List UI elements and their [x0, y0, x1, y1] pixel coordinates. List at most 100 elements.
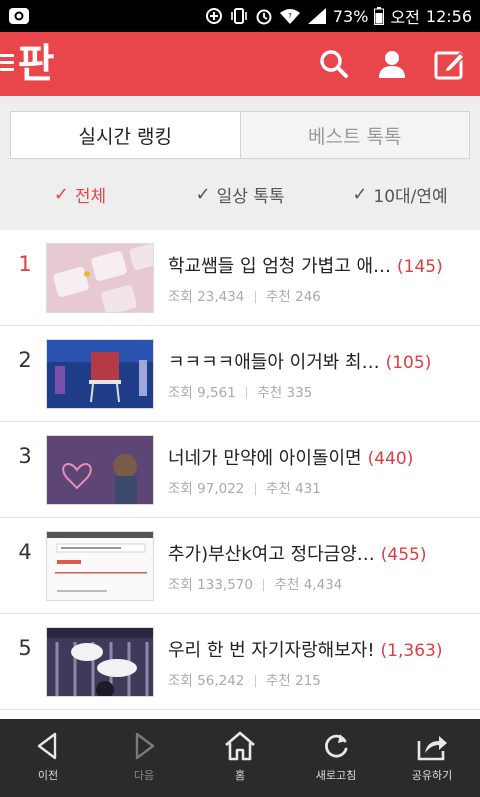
likes-count: 4,434 [303, 577, 343, 593]
back-label: 이전 [37, 769, 59, 782]
vibrate-icon [229, 7, 249, 25]
views-count: 23,434 [197, 289, 245, 305]
home-icon [225, 731, 255, 761]
views-count: 97,022 [197, 481, 245, 497]
post-title-line: 추가)부산k여고 정다금양… (455) [168, 540, 427, 566]
forward-icon [135, 732, 155, 760]
tab-realtime-ranking[interactable]: 실시간 랭킹 [11, 112, 241, 158]
rank-number: 3 [18, 444, 32, 468]
likes-count: 246 [295, 289, 321, 305]
post-title: ㅋㅋㅋㅋ애들아 이거봐 최… [168, 352, 380, 373]
rank-number: 1 [18, 252, 32, 276]
clock-ampm: 오전 [390, 8, 420, 27]
post-stats: 조회 23,434 추천 246 [168, 285, 321, 305]
data-saver-icon [205, 7, 223, 25]
logo-text: 판 [17, 41, 55, 87]
check-icon: ✓ [195, 183, 211, 205]
views-label: 조회 [168, 577, 193, 593]
refresh-label: 새로고침 [315, 769, 357, 782]
list-item[interactable]: 2 ㅋㅋㅋㅋ애들아 이거봐 최… (105) 조회 9,561 추천 335 [0, 326, 480, 422]
app-notification-icon [8, 7, 30, 25]
post-thumbnail [46, 435, 154, 505]
post-stats: 조회 56,242 추천 215 [168, 669, 321, 689]
category-filters: ✓ 전체 ✓ 일상 톡톡 ✓ 10대/연예 [0, 176, 480, 212]
filter-label: 전체 [74, 186, 107, 207]
app-logo[interactable]: 판 [12, 40, 60, 88]
views-count: 56,242 [197, 673, 245, 689]
list-item[interactable]: 3 너네가 만약에 아이돌이면 (440) 조회 97,022 추천 431 [0, 422, 480, 518]
views-label: 조회 [168, 673, 193, 689]
refresh-button[interactable]: 새로고침 [288, 719, 384, 797]
comment-count: (1,363) [380, 641, 443, 661]
forward-label: 다음 [133, 769, 155, 782]
wifi-icon: ? [279, 7, 301, 25]
post-thumbnail [46, 339, 154, 409]
share-icon [417, 736, 447, 761]
divider [254, 483, 256, 495]
divider [254, 675, 256, 687]
svg-text:?: ? [288, 12, 292, 20]
rank-number: 4 [18, 540, 32, 564]
views-count: 133,570 [197, 577, 253, 593]
forward-button[interactable]: 다음 [96, 719, 192, 797]
filter-teens-entertainment[interactable]: ✓ 10대/연예 [320, 176, 480, 212]
likes-count: 215 [295, 673, 321, 689]
back-button[interactable]: 이전 [0, 719, 96, 797]
check-icon: ✓ [352, 183, 368, 205]
home-label: 홈 [234, 769, 246, 782]
post-title-line: 우리 한 번 자기자랑해보자! (1,363) [168, 636, 442, 662]
search-icon [320, 50, 348, 78]
post-thumbnail [46, 243, 154, 313]
clock-time: 12:56 [425, 6, 472, 26]
list-item[interactable]: 5 우리 한 번 자기자랑해보자! (1,363) 조회 56,242 추천 2… [0, 614, 480, 710]
share-label: 공유하기 [411, 769, 453, 782]
views-label: 조회 [168, 289, 193, 305]
post-title-line: 너네가 만약에 아이돌이면 (440) [168, 444, 413, 470]
post-stats: 조회 133,570 추천 4,434 [168, 573, 342, 593]
post-title: 우리 한 번 자기자랑해보자! [168, 640, 375, 661]
post-stats: 조회 97,022 추천 431 [168, 477, 321, 497]
home-button[interactable]: 홈 [192, 719, 288, 797]
write-button[interactable] [432, 46, 468, 82]
refresh-icon [325, 734, 348, 758]
filter-all[interactable]: ✓ 전체 [0, 176, 160, 212]
post-list: 1 학교쌤들 입 엄청 가볍고 애… (145) 조회 23,434 추천 24… [0, 230, 480, 710]
search-button[interactable] [316, 46, 352, 82]
tab-best-toktok[interactable]: 베스트 톡톡 [241, 112, 470, 158]
status-bar: ? 73% 오전 12:56 [0, 0, 480, 32]
signal-icon [307, 7, 327, 25]
app-header: 판 [0, 32, 480, 96]
post-thumbnail [46, 531, 154, 601]
filter-daily-toktok[interactable]: ✓ 일상 톡톡 [160, 176, 320, 212]
likes-label: 추천 [274, 577, 300, 593]
divider [254, 291, 256, 303]
comment-count: (440) [367, 449, 414, 469]
views-count: 9,561 [197, 385, 236, 401]
likes-count: 335 [286, 385, 313, 401]
likes-label: 추천 [257, 385, 283, 401]
profile-button[interactable] [374, 46, 410, 82]
post-stats: 조회 9,561 추천 335 [168, 381, 312, 401]
back-icon [37, 732, 57, 760]
divider [263, 579, 265, 591]
rank-number: 2 [18, 348, 32, 372]
tab-bar: 실시간 랭킹 베스트 톡톡 [10, 111, 470, 159]
list-item[interactable]: 4 추가)부산k여고 정다금양… (455) 조회 133,570 추천 4,4… [0, 518, 480, 614]
ranking-controls: 실시간 랭킹 베스트 톡톡 ✓ 전체 ✓ 일상 톡톡 ✓ 10대/연예 [0, 96, 480, 230]
battery-icon [374, 7, 385, 25]
filter-label: 일상 톡톡 [216, 186, 285, 207]
post-title-line: ㅋㅋㅋㅋ애들아 이거봐 최… (105) [168, 348, 431, 374]
views-label: 조회 [168, 385, 193, 401]
edit-icon [434, 51, 466, 80]
divider [246, 387, 248, 399]
list-item[interactable]: 1 학교쌤들 입 엄청 가볍고 애… (145) 조회 23,434 추천 24… [0, 230, 480, 326]
share-button[interactable]: 공유하기 [384, 719, 480, 797]
post-title-line: 학교쌤들 입 엄청 가볍고 애… (145) [168, 252, 443, 278]
views-label: 조회 [168, 481, 193, 497]
likes-count: 431 [295, 481, 321, 497]
filter-label: 10대/연예 [373, 186, 448, 207]
post-title: 학교쌤들 입 엄청 가볍고 애… [168, 256, 392, 277]
likes-label: 추천 [265, 673, 291, 689]
alarm-icon [255, 7, 273, 25]
check-icon: ✓ [53, 183, 69, 205]
